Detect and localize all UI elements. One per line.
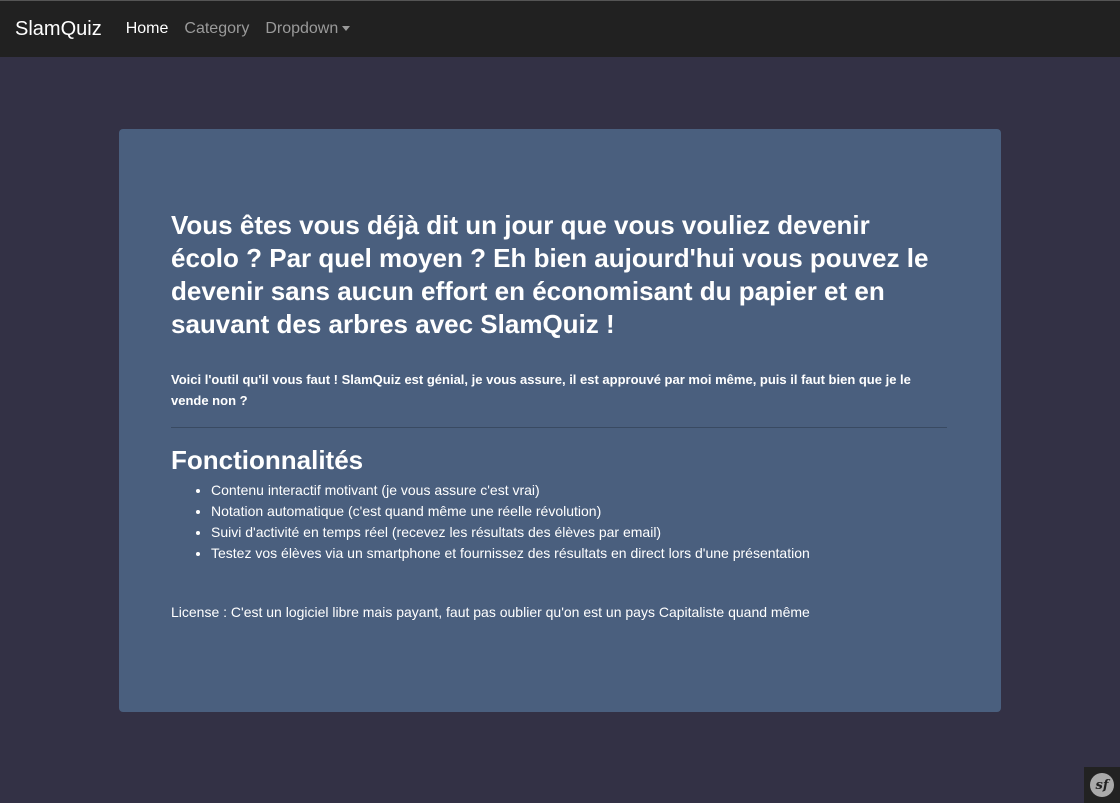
- feature-item: Notation automatique (c'est quand même u…: [211, 501, 949, 522]
- hero-title: Vous êtes vous déjà dit un jour que vous…: [171, 210, 929, 339]
- brand-link[interactable]: SlamQuiz: [15, 18, 102, 41]
- nav-link-home[interactable]: Home: [126, 20, 169, 38]
- chevron-down-icon: [342, 25, 351, 31]
- nav-dropdown-toggle[interactable]: Dropdown: [265, 20, 351, 38]
- jumbotron: Vous êtes vous déjà dit un jour que vous…: [119, 129, 1001, 712]
- features-title: Fonctionnalités: [171, 445, 364, 475]
- feature-item: Testez vos élèves via un smartphone et f…: [211, 543, 949, 564]
- feature-item: Suivi d'activité en temps réel (recevez …: [211, 522, 949, 543]
- license-text: License : C'est un logiciel libre mais p…: [171, 604, 810, 620]
- features-list: Contenu interactif motivant (je vous ass…: [171, 480, 949, 564]
- nav-dropdown-label: Dropdown: [265, 20, 339, 37]
- feature-item: Contenu interactif motivant (je vous ass…: [211, 480, 949, 501]
- nav-link-category[interactable]: Category: [184, 20, 249, 38]
- divider: [171, 427, 947, 428]
- symfony-icon: sf: [1090, 773, 1114, 797]
- hero-lead: Voici l'outil qu'il vous faut ! SlamQuiz…: [171, 372, 911, 408]
- symfony-toolbar-button[interactable]: sf: [1084, 767, 1120, 803]
- navbar: SlamQuiz Home Category Dropdown: [0, 0, 1120, 57]
